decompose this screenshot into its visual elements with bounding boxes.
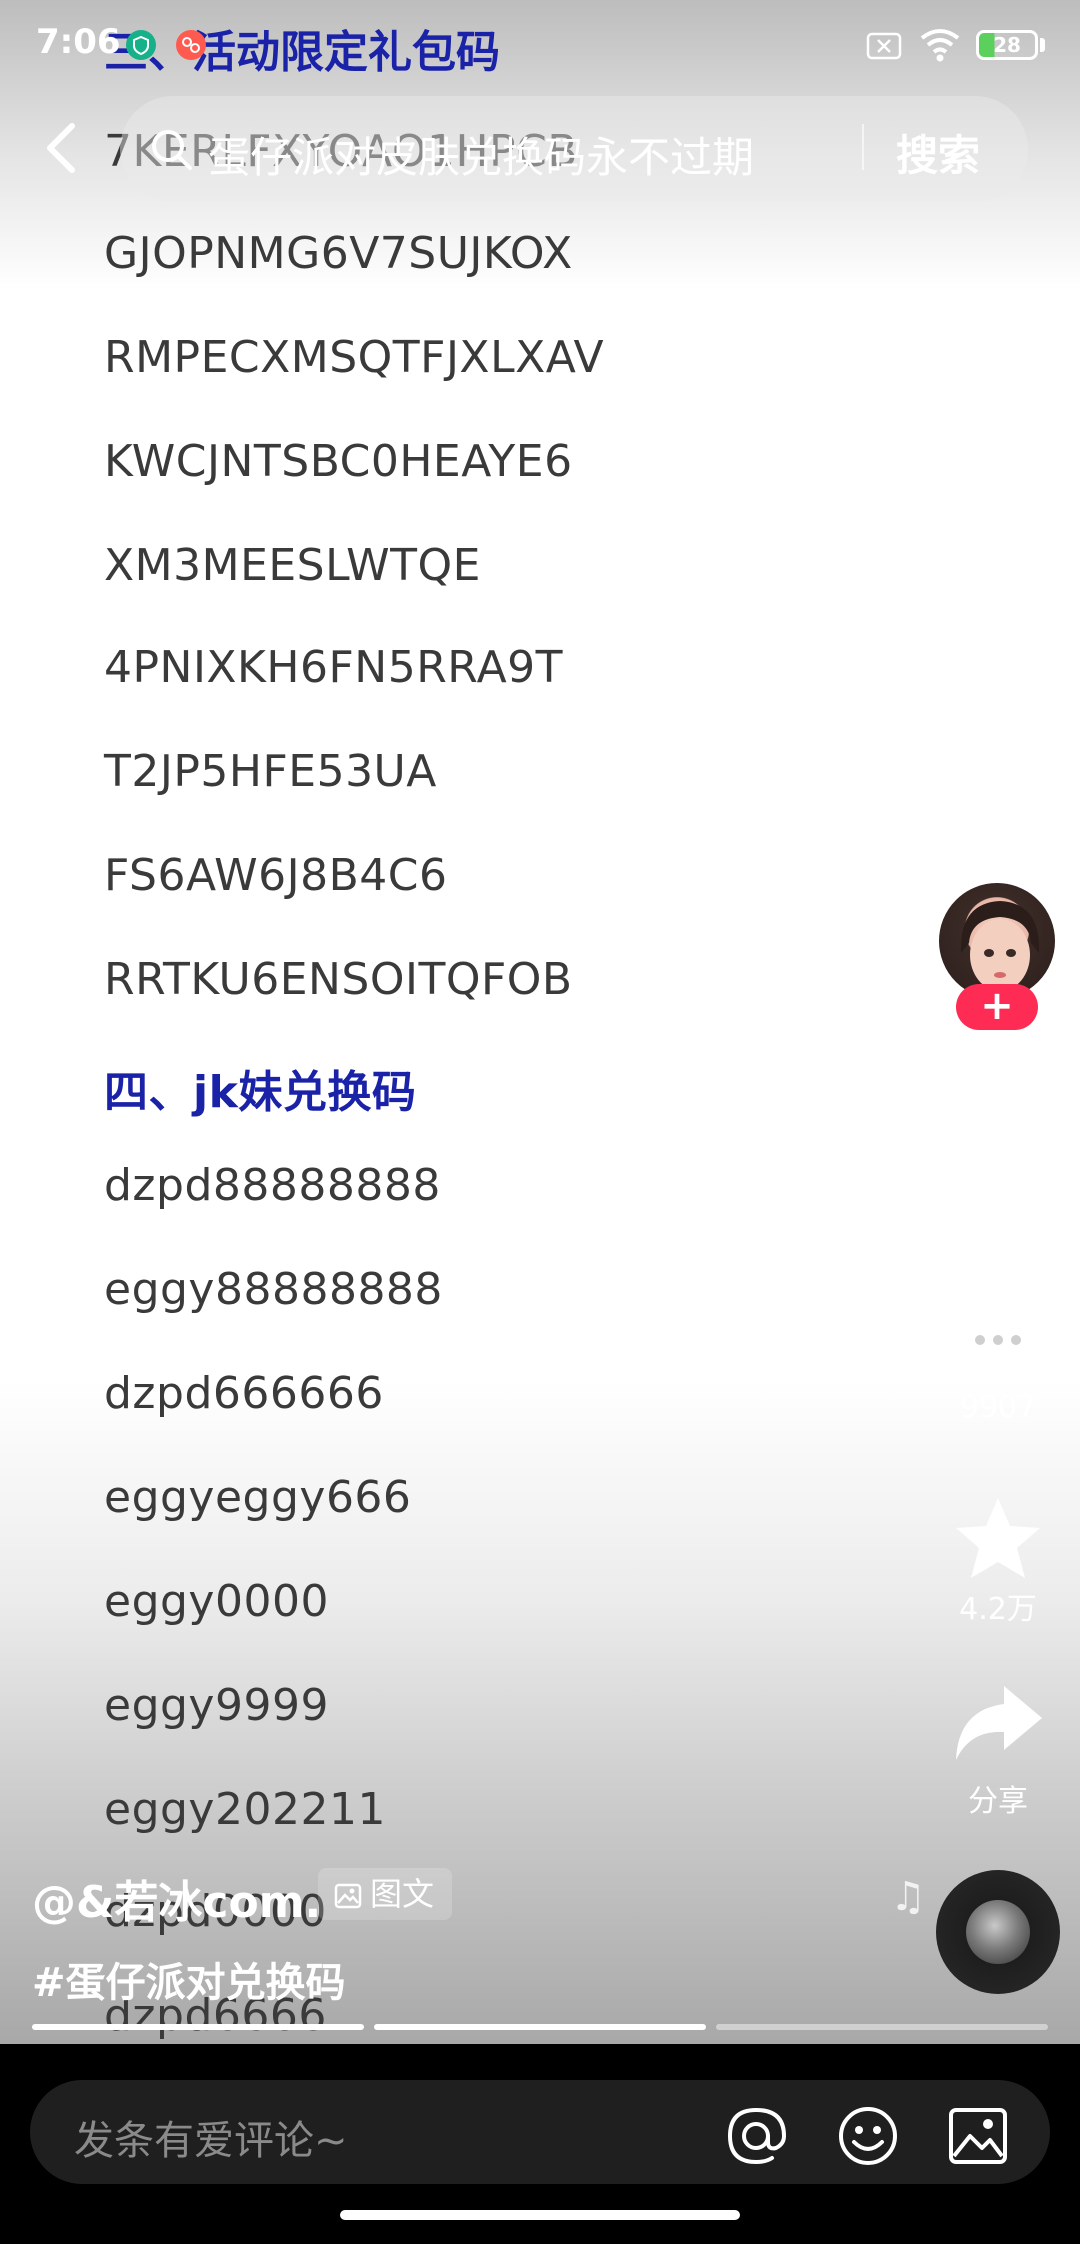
search-button[interactable]: 搜索 xyxy=(896,122,980,183)
status-bar: 7:06 28 xyxy=(0,0,1080,90)
heart-icon[interactable] xyxy=(950,1106,1046,1196)
code-line: 4PNIXKH6FN5RRA9T xyxy=(104,642,564,693)
home-indicator xyxy=(340,2210,740,2220)
music-cover xyxy=(966,1900,1030,1964)
code-line: eggy202211 xyxy=(104,1784,386,1835)
favorite-count: 4.2万 xyxy=(959,1592,1037,1627)
image-progress-segment xyxy=(716,2024,1048,2030)
comment-count: 9907 xyxy=(959,1390,1037,1425)
hashtag[interactable]: #蛋仔派对兑换码 xyxy=(32,1950,346,2008)
code-line: eggy9999 xyxy=(104,1680,329,1731)
mention-icon[interactable] xyxy=(724,2104,788,2168)
code-line: eggy0000 xyxy=(104,1576,329,1627)
share-label: 分享 xyxy=(968,1784,1028,1819)
back-arrow-icon[interactable] xyxy=(34,118,94,178)
app-notification-icon xyxy=(176,30,206,60)
battery-indicator: 28 xyxy=(976,30,1038,60)
code-line: dzpd666666 xyxy=(104,1368,384,1419)
code-line: eggyeggy666 xyxy=(104,1472,412,1523)
comment-input[interactable]: 发条有爱评论~ xyxy=(74,2108,348,2166)
code-line: RRTKU6ENSOITQFOB xyxy=(104,954,573,1005)
share-icon[interactable] xyxy=(950,1680,1046,1766)
music-note-icon: ♫ xyxy=(890,1874,926,1920)
emoji-icon[interactable] xyxy=(836,2104,900,2168)
follow-button[interactable]: + xyxy=(956,984,1038,1030)
image-upload-icon[interactable] xyxy=(946,2104,1010,2168)
search-divider xyxy=(862,124,864,170)
code-line: RMPECXMSQTFJXLXAV xyxy=(104,332,605,383)
status-time: 7:06 xyxy=(36,22,121,62)
author-name[interactable]: @&若冰com. xyxy=(32,1866,321,1930)
code-line: T2JP5HFE53UA xyxy=(104,746,437,797)
code-line: GJOPNMG6V7SUJKOX xyxy=(104,228,573,279)
image-icon xyxy=(334,1883,362,1909)
code-line: FS6AW6J8B4C6 xyxy=(104,850,448,901)
shield-icon xyxy=(126,30,156,60)
wifi-icon xyxy=(920,29,960,62)
comment-icon[interactable] xyxy=(950,1300,1046,1390)
search-input[interactable]: 蛋仔派对皮肤兑换码永不过期 xyxy=(208,124,754,185)
post-type-badge: 图文 xyxy=(318,1868,453,1920)
search-icon xyxy=(152,130,192,170)
code-line: eggy88888888 xyxy=(104,1264,443,1315)
badge-label: 图文 xyxy=(370,1875,435,1913)
image-progress-segment xyxy=(374,2024,706,2030)
no-sim-icon xyxy=(866,32,902,60)
code-line: dzpd88888888 xyxy=(104,1160,441,1211)
document-background xyxy=(0,0,1080,2044)
image-progress-segment xyxy=(32,2024,364,2030)
like-count: 6.3万 xyxy=(959,1206,1037,1241)
code-line: KWCJNTSBC0HEAYE6 xyxy=(104,436,573,487)
section-heading: 四、jk妹兑换码 xyxy=(104,1067,417,1118)
code-line: XM3MEESLWTQE xyxy=(104,540,481,591)
battery-tip xyxy=(1040,38,1045,52)
star-icon[interactable] xyxy=(950,1494,1046,1584)
